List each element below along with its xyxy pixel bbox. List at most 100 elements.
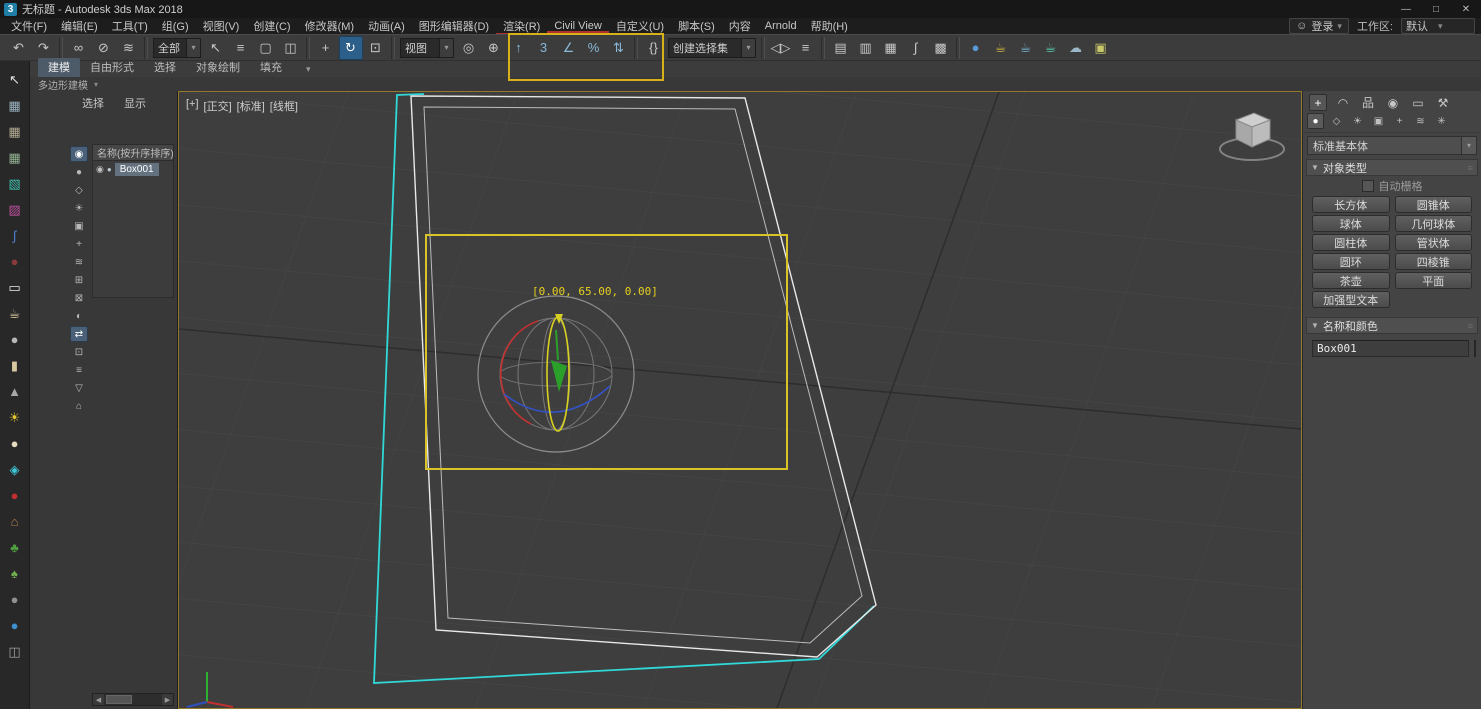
object-type-rollout-header[interactable]: ▼ 对象类型 ≡ — [1306, 159, 1478, 176]
menu-tools[interactable]: 工具(T) — [105, 17, 155, 35]
geosphere-button[interactable]: 几何球体 — [1394, 215, 1472, 232]
utilities-tab[interactable]: ⚒ — [1434, 94, 1452, 111]
redo-button[interactable]: ↷ — [32, 36, 56, 60]
space-warps-category[interactable]: ≋ — [1412, 113, 1429, 129]
menu-rendering[interactable]: 渲染(R) — [496, 17, 547, 35]
name-column-header[interactable]: 名称(按升序排序) — [93, 145, 173, 161]
modify-tab[interactable]: ◠ — [1334, 94, 1352, 111]
scroll-left-arrow-icon[interactable]: ◀ — [93, 694, 104, 705]
viewport-canvas[interactable]: [0.00, 65.00, 0.00] — [179, 92, 1301, 708]
align-button[interactable]: ≡ — [794, 36, 818, 60]
render-in-cloud-button[interactable]: ☁ — [1064, 36, 1088, 60]
display-shapes-icon[interactable]: ◇ — [70, 182, 88, 198]
selection-filter-dropdown[interactable]: 全部 ▾ — [153, 37, 201, 58]
ribbon-tab-freeform[interactable]: 自由形式 — [80, 58, 144, 77]
object-color-swatch[interactable] — [1474, 340, 1476, 357]
layer-explorer-toggle-button[interactable]: ▥ — [854, 36, 878, 60]
curve-tool-icon[interactable]: ∫ — [4, 225, 26, 246]
scene-explorer-hscrollbar[interactable]: ◀ ▶ — [92, 693, 174, 706]
menu-animation[interactable]: 动画(A) — [361, 17, 412, 35]
menu-create[interactable]: 创建(C) — [246, 17, 297, 35]
layered-material-icon[interactable]: ◈ — [4, 459, 26, 480]
ribbon-tab-object-paint[interactable]: 对象绘制 — [186, 58, 250, 77]
foliage-icon[interactable]: ♣ — [4, 537, 26, 558]
tree-icon[interactable]: ♠ — [4, 563, 26, 584]
unlink-selection-button[interactable]: ⊘ — [92, 36, 116, 60]
select-and-scale-button[interactable]: ⊡ — [364, 36, 388, 60]
display-cameras-icon[interactable]: ▣ — [70, 218, 88, 234]
snap-toggle-3d-button[interactable]: 3 — [532, 36, 556, 60]
water-material-icon[interactable]: ● — [4, 615, 26, 636]
display-xrefs-icon[interactable]: ⊠ — [70, 290, 88, 306]
menu-graph-editors[interactable]: 图形编辑器(D) — [412, 17, 496, 35]
ribbon-toggle-button[interactable]: ▦ — [879, 36, 903, 60]
select-object-button[interactable]: ↖ — [204, 36, 228, 60]
viewport[interactable]: [+] [正交] [标准] [线框] [0.00, 65.00, 0.00] — [178, 91, 1302, 709]
material-editor-button[interactable]: ● — [964, 36, 988, 60]
folder-icon[interactable]: ⌂ — [70, 398, 88, 414]
select-and-place-button[interactable]: ↑ — [507, 36, 531, 60]
furniture-icon[interactable]: ⌂ — [4, 511, 26, 532]
textplus-button[interactable]: 加强型文本 — [1312, 291, 1390, 308]
render-production-button[interactable]: ☕ — [1039, 36, 1063, 60]
cylinder-button[interactable]: 圆柱体 — [1312, 234, 1390, 251]
menu-scripting[interactable]: 脚本(S) — [671, 17, 722, 35]
rock-icon[interactable]: ● — [4, 589, 26, 610]
edit-named-selection-sets-button[interactable]: {} — [642, 36, 666, 60]
systems-category[interactable]: ✳ — [1433, 113, 1450, 129]
reference-coordinate-dropdown[interactable]: 视图 ▾ — [400, 37, 454, 58]
hierarchy-tab[interactable]: 品 — [1359, 94, 1377, 111]
percent-snap-toggle-button[interactable]: % — [582, 36, 606, 60]
autogrid-checkbox[interactable] — [1361, 179, 1374, 192]
scrollbar-track[interactable] — [104, 694, 162, 705]
ribbon-tab-modeling[interactable]: 建模 — [38, 58, 80, 77]
polygon-modeling-panel-label[interactable]: 多边形建模 — [38, 77, 88, 92]
menu-modifiers[interactable]: 修改器(M) — [298, 17, 362, 35]
select-and-link-button[interactable]: ∞ — [67, 36, 91, 60]
select-and-rotate-button[interactable]: ↻ — [338, 35, 363, 60]
dark-material-icon[interactable]: ● — [4, 251, 26, 272]
display-geometry-icon[interactable]: ● — [70, 164, 88, 180]
sync-selection-icon[interactable]: ⇄ — [70, 326, 88, 342]
object-name-field[interactable] — [1312, 340, 1469, 357]
rendered-frame-window-button[interactable]: ☕ — [1014, 36, 1038, 60]
menu-group[interactable]: 组(G) — [155, 17, 196, 35]
visibility-eye-icon[interactable]: ◉ — [96, 164, 104, 175]
ribbon-tab-selection[interactable]: 选择 — [144, 58, 186, 77]
primitive-category-dropdown[interactable]: 标准基本体 ▾ — [1307, 136, 1477, 155]
pyramid-button[interactable]: 四棱锥 — [1394, 253, 1472, 270]
menu-content[interactable]: 内容 — [722, 17, 758, 35]
red-material-ball-icon[interactable]: ● — [4, 485, 26, 506]
cone-primitive-icon[interactable]: ▲ — [4, 381, 26, 402]
plane-button[interactable]: 平面 — [1394, 272, 1472, 289]
mirror-button[interactable]: ◁▷ — [769, 36, 793, 60]
select-cursor-icon[interactable]: ↖ — [4, 69, 26, 90]
ribbon-minimize-icon[interactable]: ▾ — [302, 62, 315, 77]
sphere-primitive-icon[interactable]: ● — [4, 329, 26, 350]
display-space-warps-icon[interactable]: ≋ — [70, 254, 88, 270]
undo-button[interactable]: ↶ — [7, 36, 31, 60]
motion-tab[interactable]: ◉ — [1384, 94, 1402, 111]
named-selection-sets-dropdown[interactable]: 创建选择集 ▾ — [668, 37, 756, 58]
viewport-pov-menu[interactable]: [正交] — [204, 98, 232, 114]
scene-explorer-toggle-button[interactable]: ▤ — [829, 36, 853, 60]
explorer-select-menu[interactable]: 选择 — [82, 95, 104, 111]
menu-civil-view[interactable]: Civil View — [547, 19, 608, 33]
select-and-manipulate-button[interactable]: ⊕ — [482, 36, 506, 60]
cone-button[interactable]: 圆锥体 — [1394, 196, 1472, 213]
shapes-category[interactable]: ◇ — [1328, 113, 1345, 129]
object-color-dot-icon[interactable]: ● — [107, 165, 112, 174]
display-materials-icon[interactable]: ◐ — [70, 308, 88, 324]
display-lights-icon[interactable]: ☀ — [70, 200, 88, 216]
sphere-button[interactable]: 球体 — [1312, 215, 1390, 232]
sort-icon[interactable]: ≡ — [70, 362, 88, 378]
paint-deform-icon[interactable]: ▨ — [4, 199, 26, 220]
use-pivot-center-button[interactable]: ◎ — [457, 36, 481, 60]
lights-category[interactable]: ☀ — [1349, 113, 1366, 129]
maximize-button[interactable]: □ — [1421, 0, 1451, 18]
sunlight-icon[interactable]: ☀ — [4, 407, 26, 428]
plane-primitive-icon[interactable]: ▭ — [4, 277, 26, 298]
geosphere-primitive-icon[interactable]: ● — [4, 433, 26, 454]
minimize-button[interactable]: — — [1391, 0, 1421, 18]
geometry-category[interactable]: ● — [1307, 113, 1324, 129]
